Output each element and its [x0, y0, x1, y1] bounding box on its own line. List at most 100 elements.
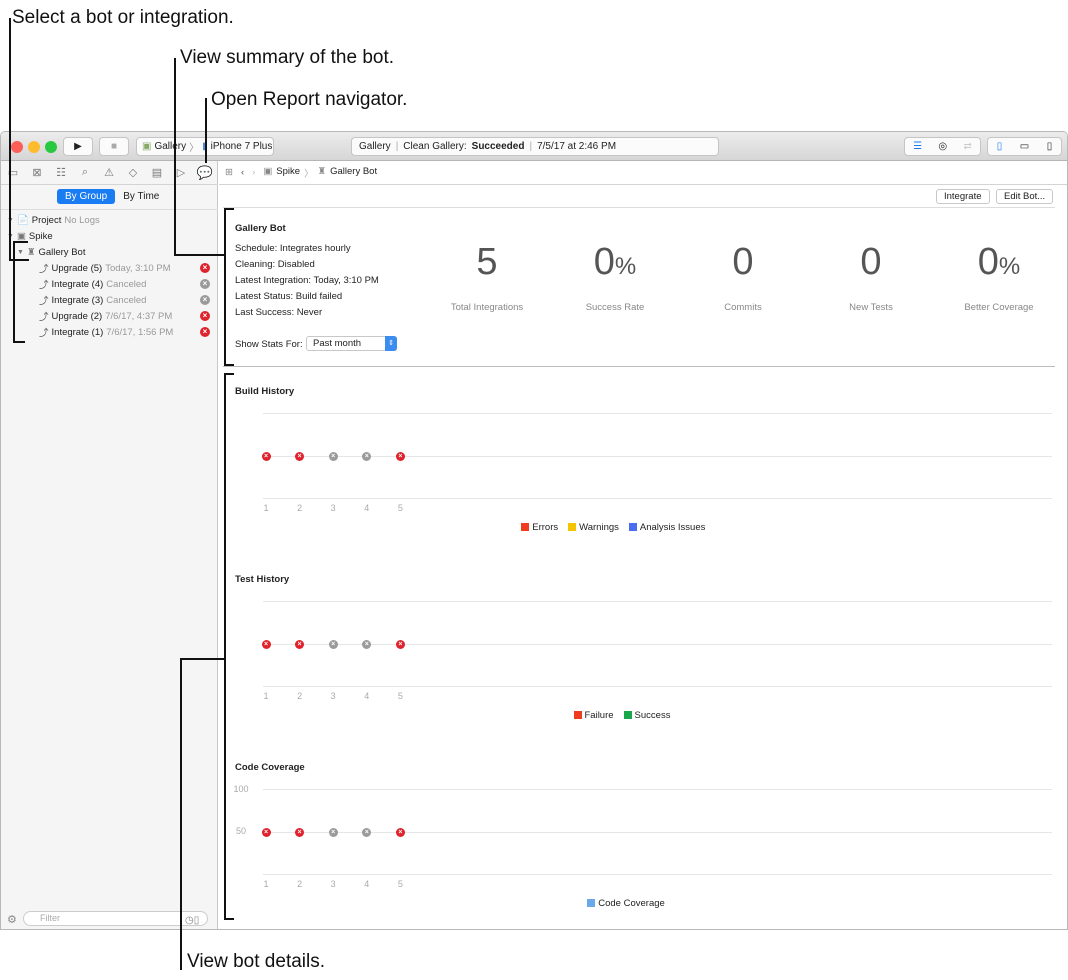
x-tick-label: 3: [330, 503, 336, 513]
run-button[interactable]: ▶: [63, 137, 93, 156]
search-icon[interactable]: ⌕: [73, 166, 97, 179]
version-editor-icon[interactable]: ⇄: [963, 141, 971, 152]
tree-item[interactable]: ⤴ Integrate (3) Canceled: [39, 292, 146, 308]
gridline: [263, 601, 1052, 602]
breadcrumb-spike[interactable]: Spike: [276, 166, 300, 180]
y-tick-label: 50: [235, 826, 246, 836]
gridline: [263, 686, 1052, 687]
error-status-icon: ×: [200, 263, 210, 273]
folder-icon[interactable]: ▭: [1, 166, 25, 179]
settings-icon[interactable]: ⚙: [7, 913, 17, 926]
tree-item[interactable]: ⤴ Upgrade (2) 7/6/17, 4:37 PM: [39, 308, 172, 324]
related-items-icon[interactable]: ⊞: [225, 167, 233, 178]
disclosure-triangle-icon[interactable]: ▼: [17, 249, 24, 256]
back-icon[interactable]: ‹: [241, 167, 244, 178]
minimize-button[interactable]: [28, 141, 40, 153]
x-tick-label: 1: [263, 503, 269, 513]
close-button[interactable]: [11, 141, 23, 153]
breakpoint-icon[interactable]: ▷: [169, 166, 193, 179]
tree-item-label: Gallery Bot: [38, 246, 86, 258]
data-point-error[interactable]: ×: [295, 640, 305, 649]
callout-details: View bot details.: [187, 951, 326, 972]
debug-icon[interactable]: ▤: [145, 166, 169, 179]
canceled-status-icon: ×: [200, 295, 210, 305]
by-group-button[interactable]: By Group: [57, 189, 116, 204]
tree-item[interactable]: ⤴ Integrate (1) 7/6/17, 1:56 PM: [39, 324, 173, 340]
tree-item[interactable]: ▼📄ProjectNo Logs: [7, 212, 100, 228]
gridline: [263, 456, 1052, 457]
report-tree: ▼📄ProjectNo Logs▼▣Spike▼♜Gallery Bot⤴Upg…: [1, 209, 218, 339]
chevron-updown-icon: ⇕: [385, 336, 397, 351]
xcode-window: ▶ ■ ▣Gallery〉▮iPhone 7 Plus Gallery|Clea…: [0, 131, 1068, 930]
data-point-error[interactable]: ×: [295, 452, 305, 461]
chart-title: Build History: [235, 386, 295, 397]
data-point-canceled[interactable]: ×: [362, 640, 372, 649]
app-icon: ▣: [142, 141, 152, 152]
utilities-toggle-icon[interactable]: ▯: [1047, 141, 1053, 152]
edit-bot-button[interactable]: Edit Bot...: [996, 189, 1054, 204]
x-tick-label: 5: [397, 691, 403, 701]
x-tick-label: 2: [297, 691, 303, 701]
stats-label: Show Stats For:: [235, 339, 303, 350]
tree-item-label: Upgrade (5): [51, 262, 103, 274]
data-point-error[interactable]: ×: [261, 828, 271, 837]
forward-icon[interactable]: ›: [252, 167, 255, 178]
scheme-name: Gallery: [154, 141, 187, 152]
upgrade-icon: ⤴: [39, 312, 49, 323]
chart-legend: Failure Success: [573, 710, 670, 721]
data-point-error[interactable]: ×: [395, 640, 405, 649]
tree-item-detail: No Logs: [64, 214, 100, 226]
legend-item: Code Coverage: [587, 898, 665, 909]
gridline: [263, 832, 1052, 833]
stat-label: Total Integrations: [450, 302, 524, 313]
source-control-icon[interactable]: ⊠: [25, 166, 49, 179]
filter-placeholder: Filter: [40, 913, 60, 923]
breadcrumb: ▣ Spike 〉 ♜ Gallery Bot: [263, 165, 378, 180]
latest-integration-text: Latest Integration: Today, 3:10 PM: [235, 275, 379, 286]
recent-icon[interactable]: ◷▯: [185, 915, 199, 926]
tree-item[interactable]: ⤴ Integrate (4) Canceled: [39, 276, 146, 292]
group-segmented-control: By Group By Time: [57, 189, 167, 204]
x-tick-label: 1: [263, 691, 269, 701]
error-status-icon: ×: [200, 311, 210, 321]
report-icon[interactable]: 💬: [193, 165, 217, 181]
data-point-error[interactable]: ×: [261, 640, 271, 649]
bot-title: Gallery Bot: [235, 223, 286, 234]
data-point-error[interactable]: ×: [395, 452, 405, 461]
data-point-error[interactable]: ×: [295, 828, 305, 837]
data-point-error[interactable]: ×: [395, 828, 405, 837]
breadcrumb-gallery-bot[interactable]: Gallery Bot: [330, 166, 377, 180]
data-point-canceled[interactable]: ×: [362, 828, 372, 837]
integrate-icon: ⤴: [39, 328, 49, 339]
navigator-selector-bar: ▭ ⊠ ☷ ⌕ ⚠ ◇ ▤ ▷ 💬: [1, 161, 218, 185]
integrate-button[interactable]: Integrate: [936, 189, 990, 204]
test-icon[interactable]: ◇: [121, 166, 145, 179]
tree-item-label: Integrate (4): [51, 278, 104, 290]
data-point-error[interactable]: ×: [261, 452, 271, 461]
stat-label: Commits: [724, 302, 762, 313]
standard-editor-icon[interactable]: ☰: [913, 141, 922, 152]
data-point-canceled[interactable]: ×: [328, 452, 338, 461]
zoom-button[interactable]: [45, 141, 57, 153]
data-point-canceled[interactable]: ×: [328, 828, 338, 837]
latest-status-text: Latest Status: Build failed: [235, 291, 343, 302]
debug-area-toggle-icon[interactable]: ▭: [1020, 141, 1029, 152]
tree-item[interactable]: ▼ ♜ Gallery Bot: [17, 244, 88, 260]
legend-item: Analysis Issues: [628, 522, 705, 533]
tree-item-label: Upgrade (2): [51, 310, 103, 322]
tree-item[interactable]: ⤴ Upgrade (5) Today, 3:10 PM: [39, 260, 171, 276]
tree-item-detail: Today, 3:10 PM: [105, 262, 171, 274]
callout-report: Open Report navigator.: [211, 89, 408, 110]
spike-icon: ▣: [16, 230, 26, 242]
view-toggle-group: ▯ ▭ ▯: [987, 137, 1062, 156]
warning-icon[interactable]: ⚠: [97, 166, 121, 179]
tree-item-label: Project: [31, 214, 62, 226]
symbol-icon[interactable]: ☷: [49, 166, 73, 179]
stop-button[interactable]: ■: [99, 137, 129, 156]
stats-period-select[interactable]: Past month ⇕: [306, 336, 397, 351]
data-point-canceled[interactable]: ×: [328, 640, 338, 649]
data-point-canceled[interactable]: ×: [362, 452, 372, 461]
assistant-editor-icon[interactable]: ◎: [938, 141, 947, 152]
navigator-toggle-icon[interactable]: ▯: [997, 141, 1003, 152]
by-time-button[interactable]: By Time: [115, 189, 167, 204]
